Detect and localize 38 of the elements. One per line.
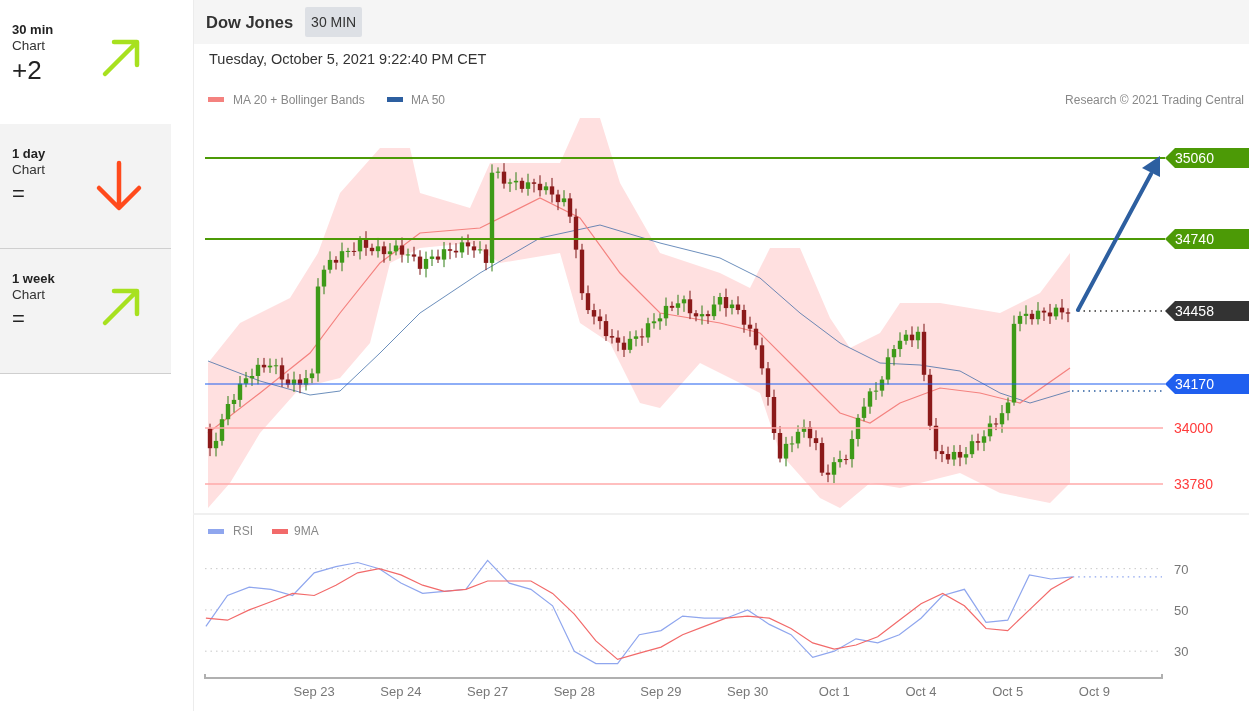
timeframe-label: 30 min: [12, 22, 54, 37]
legend-label: RSI: [233, 524, 253, 538]
chart-label: Chart: [12, 287, 46, 302]
price-level-label: 34458: [1175, 303, 1214, 319]
timeframe-label: 1 week: [12, 271, 55, 286]
score-value: =: [12, 306, 26, 332]
price-level-label: 34170: [1175, 376, 1214, 392]
price-level-label: 33780: [1174, 476, 1213, 492]
x-tick-label: Oct 5: [992, 684, 1024, 699]
x-tick-label: Oct 9: [1078, 684, 1110, 699]
x-tick-label: Sep 23: [293, 684, 335, 699]
timestamp: Tuesday, October 5, 2021 9:22:40 PM CET: [208, 50, 488, 69]
price-level-label: 34000: [1174, 420, 1213, 436]
instrument-title: Dow Jones: [206, 12, 294, 32]
legend-label: 9MA: [294, 524, 319, 538]
price-level-label: 34740: [1175, 231, 1214, 247]
timeframe-card[interactable]: 1 day Chart =: [0, 124, 171, 249]
timeframe-card[interactable]: 1 week Chart =: [0, 249, 171, 374]
x-tick-label: Sep 28: [553, 684, 595, 699]
x-tick-label: Oct 1: [818, 684, 850, 699]
score-value: +2: [12, 55, 43, 86]
credit-text: Research © 2021 Trading Central: [1065, 93, 1244, 107]
price-level-label: 35060: [1175, 150, 1214, 166]
x-tick-label: Sep 24: [380, 684, 422, 699]
legend-label: MA 50: [411, 93, 446, 107]
score-value: =: [12, 181, 26, 207]
y-tick-label: 30: [1174, 644, 1189, 660]
interval-tag: 30 MIN: [305, 7, 363, 37]
chart-label: Chart: [12, 38, 46, 53]
x-tick-label: Sep 27: [467, 684, 509, 699]
x-tick-label: Oct 4: [905, 684, 937, 699]
x-tick-label: Sep 30: [727, 684, 769, 699]
x-tick-label: Sep 29: [640, 684, 682, 699]
timeframe-label: 1 day: [12, 146, 46, 161]
y-tick-label: 50: [1174, 602, 1189, 618]
y-tick-label: 70: [1174, 561, 1189, 577]
legend-label: MA 20 + Bollinger Bands: [233, 93, 365, 107]
chart-label: Chart: [12, 162, 46, 177]
